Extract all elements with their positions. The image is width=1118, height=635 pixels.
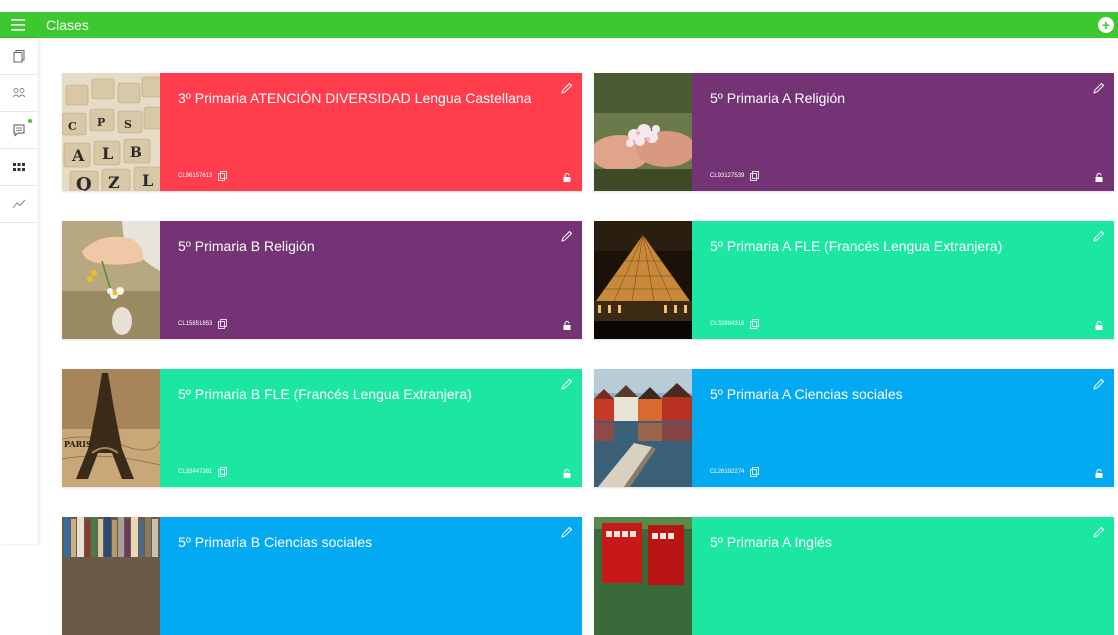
class-name[interactable]: 5º Primaria A FLE (Francés Lengua Extran… [710, 238, 1002, 254]
sidebar-item-apps[interactable] [0, 149, 38, 186]
users-icon [12, 88, 26, 98]
class-card-body: 5º Primaria B Religión CL15851853 [160, 221, 582, 339]
sidebar-item-classes[interactable] [0, 38, 38, 75]
lock-icon[interactable] [563, 469, 571, 478]
apps-grid-icon [13, 163, 25, 171]
pencil-icon[interactable] [560, 82, 573, 95]
svg-text:S: S [124, 118, 132, 131]
svg-text:PARIS: PARIS [64, 439, 92, 449]
copy-icon[interactable] [750, 467, 760, 477]
svg-text:L: L [142, 171, 153, 190]
chart-icon [12, 199, 26, 209]
notification-badge [28, 119, 32, 123]
class-code-text: CL26192274 [710, 469, 745, 475]
copy-icon[interactable] [218, 171, 228, 181]
chat-icon [13, 124, 25, 137]
top-bar: Clases + [0, 12, 1118, 38]
class-code-text: CL32884316 [710, 321, 745, 327]
lock-icon[interactable] [563, 321, 571, 330]
flower-petals-hands-image [594, 73, 692, 191]
pencil-icon[interactable] [560, 378, 573, 391]
copy-icon [13, 50, 25, 63]
pencil-icon[interactable] [560, 230, 573, 243]
sidebar-item-users[interactable] [0, 75, 38, 112]
class-name[interactable]: 5º Primaria B Religión [178, 238, 315, 254]
add-class-button[interactable]: + [1098, 17, 1114, 33]
sidebar-item-messages[interactable] [0, 112, 38, 149]
svg-text:C: C [68, 120, 77, 133]
class-name[interactable]: 3º Primaria ATENCIÓN DIVERSIDAD Lengua C… [178, 90, 531, 106]
class-card[interactable]: 5º Primaria B Ciencias sociales [62, 517, 582, 635]
class-name[interactable]: 5º Primaria A Ciencias sociales [710, 386, 903, 402]
pencil-icon[interactable] [1092, 378, 1105, 391]
letter-dice-image: ALB QZL CPS [62, 73, 160, 191]
lock-icon[interactable] [1095, 321, 1103, 330]
sidebar [0, 38, 38, 544]
class-card[interactable]: 5º Primaria A FLE (Francés Lengua Extran… [594, 221, 1114, 339]
class-code: CL32884316 [710, 319, 760, 329]
eiffel-tower-map-image: PARIS [62, 369, 160, 487]
class-card-body: 3º Primaria ATENCIÓN DIVERSIDAD Lengua C… [160, 73, 582, 191]
class-code-text: CL33447381 [178, 469, 213, 475]
class-card-body: 5º Primaria B FLE (Francés Lengua Extran… [160, 369, 582, 487]
colorful-harbor-houses-image [594, 369, 692, 487]
plus-icon: + [1101, 17, 1111, 33]
class-card-body: 5º Primaria A FLE (Francés Lengua Extran… [692, 221, 1114, 339]
class-code-text: CL15851853 [178, 321, 213, 327]
svg-text:A: A [71, 146, 85, 165]
class-card[interactable]: PARIS 5º Primaria B FLE (Francés Lengua … [62, 369, 582, 487]
class-card[interactable]: ALB QZL CPS 3º Primaria ATENCIÓN DIVERSI… [62, 73, 582, 191]
class-card-body: 5º Primaria B Ciencias sociales [160, 517, 582, 635]
lock-icon[interactable] [1095, 469, 1103, 478]
bookshelf-image [62, 517, 160, 635]
svg-text:P: P [97, 116, 105, 129]
lock-icon[interactable] [1095, 173, 1103, 182]
pencil-icon[interactable] [1092, 82, 1105, 95]
class-code-text: CL96157613 [178, 173, 213, 179]
svg-text:Z: Z [108, 173, 120, 191]
copy-icon[interactable] [750, 319, 760, 329]
class-code: CL96157613 [178, 171, 228, 181]
svg-text:Q: Q [76, 174, 92, 191]
svg-text:L: L [102, 144, 113, 163]
copy-icon[interactable] [750, 171, 760, 181]
copy-icon[interactable] [218, 467, 228, 477]
pencil-icon[interactable] [1092, 526, 1105, 539]
class-card-body: 5º Primaria A Inglés [692, 517, 1114, 635]
class-code: CL26192274 [710, 467, 760, 477]
class-code-text: CL93127539 [710, 173, 745, 179]
class-card[interactable]: 5º Primaria B Religión CL15851853 [62, 221, 582, 339]
louvre-pyramid-image [594, 221, 692, 339]
child-hand-flower-image [62, 221, 160, 339]
class-card-body: 5º Primaria A Ciencias sociales CL261922… [692, 369, 1114, 487]
hamburger-menu-icon[interactable] [0, 12, 36, 38]
class-code: CL93127539 [710, 171, 760, 181]
class-code: CL15851853 [178, 319, 228, 329]
class-card[interactable]: 5º Primaria A Religión CL93127539 [594, 73, 1114, 191]
class-card[interactable]: 5º Primaria A Inglés [594, 517, 1114, 635]
class-card-body: 5º Primaria A Religión CL93127539 [692, 73, 1114, 191]
page-title: Clases [46, 17, 89, 33]
sidebar-item-stats[interactable] [0, 186, 38, 223]
class-name[interactable]: 5º Primaria A Religión [710, 90, 845, 106]
svg-text:B: B [130, 145, 142, 161]
red-phone-booth-image [594, 517, 692, 635]
class-card[interactable]: 5º Primaria A Ciencias sociales CL261922… [594, 369, 1114, 487]
pencil-icon[interactable] [560, 526, 573, 539]
class-code: CL33447381 [178, 467, 228, 477]
pencil-icon[interactable] [1092, 230, 1105, 243]
copy-icon[interactable] [218, 319, 228, 329]
class-name[interactable]: 5º Primaria B FLE (Francés Lengua Extran… [178, 386, 472, 402]
class-name[interactable]: 5º Primaria B Ciencias sociales [178, 534, 372, 550]
lock-icon[interactable] [563, 173, 571, 182]
class-name[interactable]: 5º Primaria A Inglés [710, 534, 832, 550]
